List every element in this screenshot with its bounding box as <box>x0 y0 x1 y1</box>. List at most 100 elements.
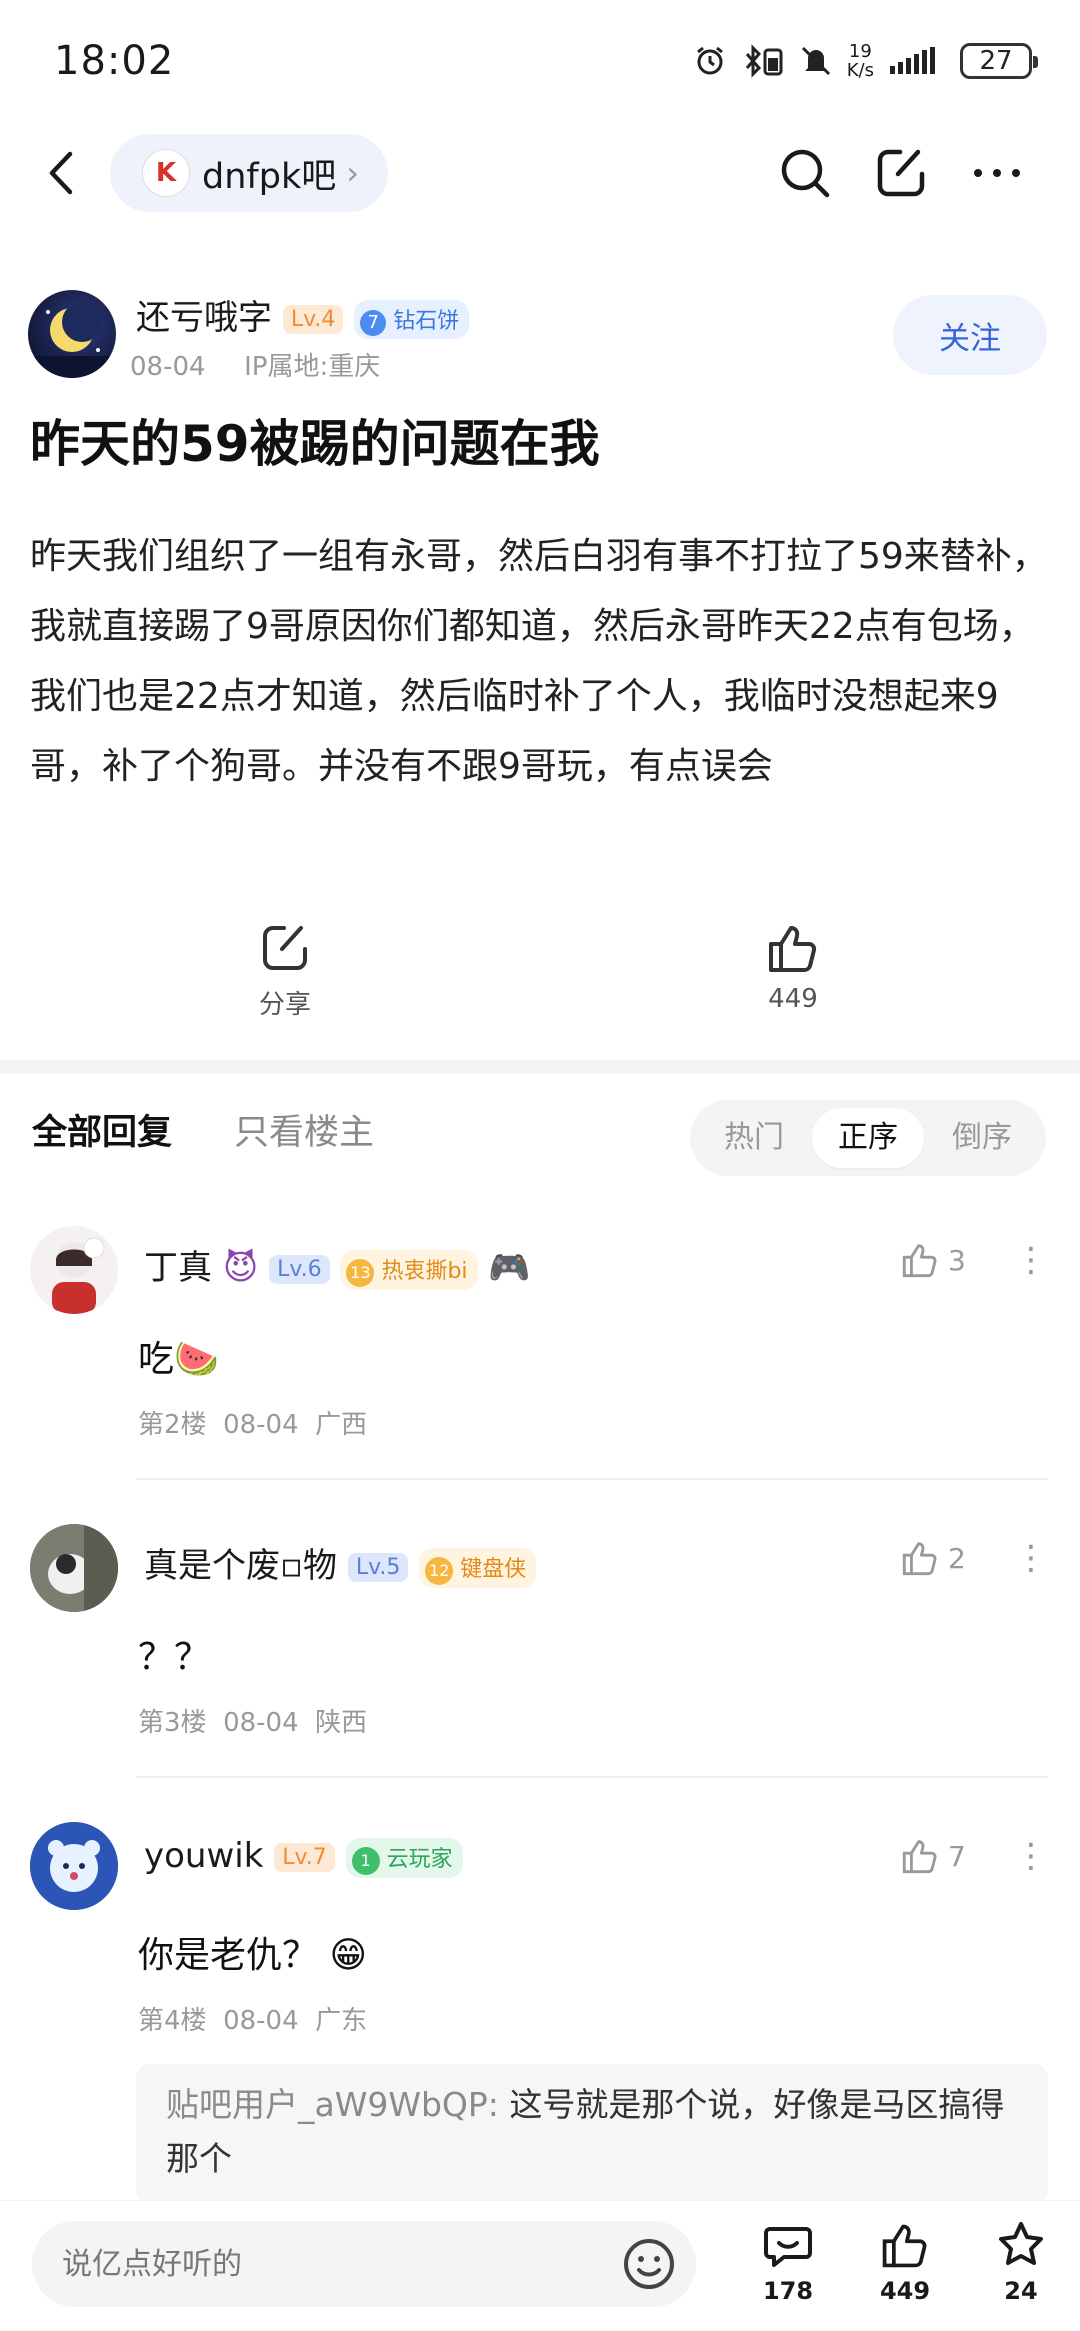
chevron-right-icon: › <box>346 154 360 192</box>
rank-icon: 1 <box>351 1846 380 1875</box>
like-count: 449 <box>768 984 818 1014</box>
thumbs-up-icon <box>902 1244 937 1278</box>
forum-name: dnfpk吧 <box>202 156 337 197</box>
comment-like-button[interactable]: 7 <box>900 1836 966 1876</box>
author-avatar[interactable] <box>28 290 116 378</box>
author-name: 还亏哦字 <box>136 298 272 338</box>
comments-button[interactable]: 178 <box>743 2219 833 2305</box>
tab-all-replies[interactable]: 全部回复 <box>32 1104 172 1155</box>
sort-hot[interactable]: 热门 <box>698 1108 810 1168</box>
rank-icon: 13 <box>346 1258 375 1287</box>
thumbs-up-icon <box>769 926 817 972</box>
search-icon[interactable] <box>776 144 834 202</box>
alarm-icon <box>696 46 723 75</box>
emoji-icon[interactable] <box>620 2235 678 2293</box>
post-date: 08-04 <box>130 352 206 382</box>
tab-op-only[interactable]: 只看楼主 <box>234 1104 374 1155</box>
post-ip: IP属地:重庆 <box>244 352 381 382</box>
like-button[interactable]: 449 <box>713 920 873 1014</box>
comment-divider <box>136 1478 1048 1480</box>
comment-like-count: 2 <box>948 1541 966 1575</box>
commenter-avatar[interactable] <box>30 1524 118 1612</box>
comment-body: ？？ <box>138 1637 211 1678</box>
comment-meta: 第2楼 08-04 广西 <box>138 1410 368 1440</box>
rank-icon: 12 <box>425 1556 454 1585</box>
comment-meta: 第4楼 08-04 广东 <box>138 2006 368 2036</box>
level-badge: Lv.6 <box>269 1255 330 1284</box>
mute-icon <box>801 46 830 76</box>
title-badge: 1 云玩家 <box>345 1837 463 1878</box>
commenter-name-row[interactable]: 真是个废▫物 Lv.5 12 键盘侠 <box>144 1538 537 1588</box>
favorite-button[interactable]: 24 <box>976 2219 1066 2305</box>
forum-chip[interactable]: K dnfpk吧 › <box>110 134 388 212</box>
status-bar: 18:02 19 K/s 27 <box>0 0 1080 120</box>
reply-input[interactable] <box>32 2221 696 2307</box>
commenter-name: youwik <box>144 1836 264 1876</box>
devil-emoji-icon: 😈 <box>222 1248 259 1288</box>
author-meta: 08-04 IP属地:重庆 <box>130 346 380 383</box>
signal-icon <box>890 47 935 74</box>
comment-count: 178 <box>762 2277 814 2305</box>
comment-like-count: 3 <box>948 1243 966 1277</box>
commenter-name-row[interactable]: 丁真 😈 Lv.6 13 热衷撕bi 🎮 <box>144 1240 531 1290</box>
title-badge: 12 键盘侠 <box>419 1547 537 1588</box>
share-button[interactable]: 分享 <box>205 920 365 1021</box>
star-icon <box>999 2222 1043 2265</box>
author-name-row[interactable]: 还亏哦字 Lv.4 7 钻石饼 <box>136 290 470 339</box>
favorite-count: 24 <box>1004 2277 1038 2305</box>
comment-like-count: 7 <box>948 1839 966 1873</box>
comment-more-icon[interactable]: ⋮ <box>1014 1538 1048 1578</box>
comment-like-button[interactable]: 3 <box>900 1240 966 1280</box>
sort-descending[interactable]: 倒序 <box>926 1108 1038 1168</box>
section-divider <box>0 1060 1080 1074</box>
more-icon[interactable] <box>968 144 1026 202</box>
commenter-name-row[interactable]: youwik Lv.7 1 云玩家 <box>144 1836 463 1878</box>
back-icon[interactable] <box>36 146 90 200</box>
commenter-avatar[interactable] <box>30 1822 118 1910</box>
bluetooth-battery-icon <box>745 44 783 78</box>
bear-avatar-icon <box>30 1822 118 1910</box>
thumbs-up-icon <box>902 1542 937 1576</box>
level-badge: Lv.5 <box>347 1553 409 1582</box>
top-nav: K dnfpk吧 › <box>0 128 1080 218</box>
net-speed: 19 K/s <box>846 41 874 81</box>
comment-body: 你是老仇？ 😁 <box>138 1935 367 1976</box>
edit-icon[interactable] <box>872 144 930 202</box>
sub-reply-author[interactable]: 贴吧用户_aW9WbQP: <box>166 2085 499 2124</box>
diamond-icon: 7 <box>360 310 387 336</box>
bottom-bar: 178 449 24 <box>0 2200 1080 2331</box>
title-badge: 13 热衷撕bi <box>340 1249 478 1290</box>
sort-ascending[interactable]: 正序 <box>812 1108 924 1168</box>
bottom-like-button[interactable]: 449 <box>860 2219 950 2305</box>
comment-body: 吃🍉 <box>138 1339 219 1380</box>
post-title: 昨天的59被踢的问题在我 <box>30 415 600 473</box>
sub-reply[interactable]: 贴吧用户_aW9WbQP: 这号就是那个说，好像是马区搞得那个 <box>136 2064 1048 2204</box>
commenter-name: 丁真 <box>144 1248 212 1288</box>
comment-more-icon[interactable]: ⋮ <box>1014 1836 1048 1876</box>
author-level-badge: Lv.4 <box>282 305 344 334</box>
share-icon <box>263 926 307 970</box>
thumbs-up-icon <box>882 2224 927 2268</box>
bottom-like-count: 449 <box>879 2277 931 2305</box>
gamepad-icon: 🎮 <box>488 1248 531 1288</box>
status-icons: 19 K/s 27 <box>693 38 1038 84</box>
anime-avatar-icon <box>52 1237 105 1314</box>
cat-avatar-icon <box>30 1524 118 1612</box>
level-badge: Lv.7 <box>274 1843 335 1872</box>
forum-logo: K <box>142 149 190 197</box>
comment-like-button[interactable]: 2 <box>900 1538 966 1578</box>
comment-more-icon[interactable]: ⋮ <box>1014 1240 1048 1280</box>
share-label: 分享 <box>258 990 311 1020</box>
author-title-badge: 7 钻石饼 <box>354 300 470 339</box>
battery-indicator: 27 <box>960 43 1038 79</box>
moon-avatar-icon <box>28 302 116 378</box>
commenter-avatar[interactable] <box>30 1226 118 1314</box>
follow-button[interactable]: 关注 <box>893 295 1047 375</box>
thumbs-up-icon <box>902 1840 937 1874</box>
commenter-name: 真是个废▫物 <box>144 1546 338 1586</box>
comment-meta: 第3楼 08-04 陕西 <box>138 1708 368 1738</box>
comment-divider <box>136 1776 1048 1778</box>
sort-toggle: 热门 正序 倒序 <box>690 1100 1046 1176</box>
status-time: 18:02 <box>54 38 175 84</box>
post-body: 昨天我们组织了一组有永哥，然后白羽有事不打拉了59来替补，我就直接踢了9哥原因你… <box>30 536 1048 787</box>
